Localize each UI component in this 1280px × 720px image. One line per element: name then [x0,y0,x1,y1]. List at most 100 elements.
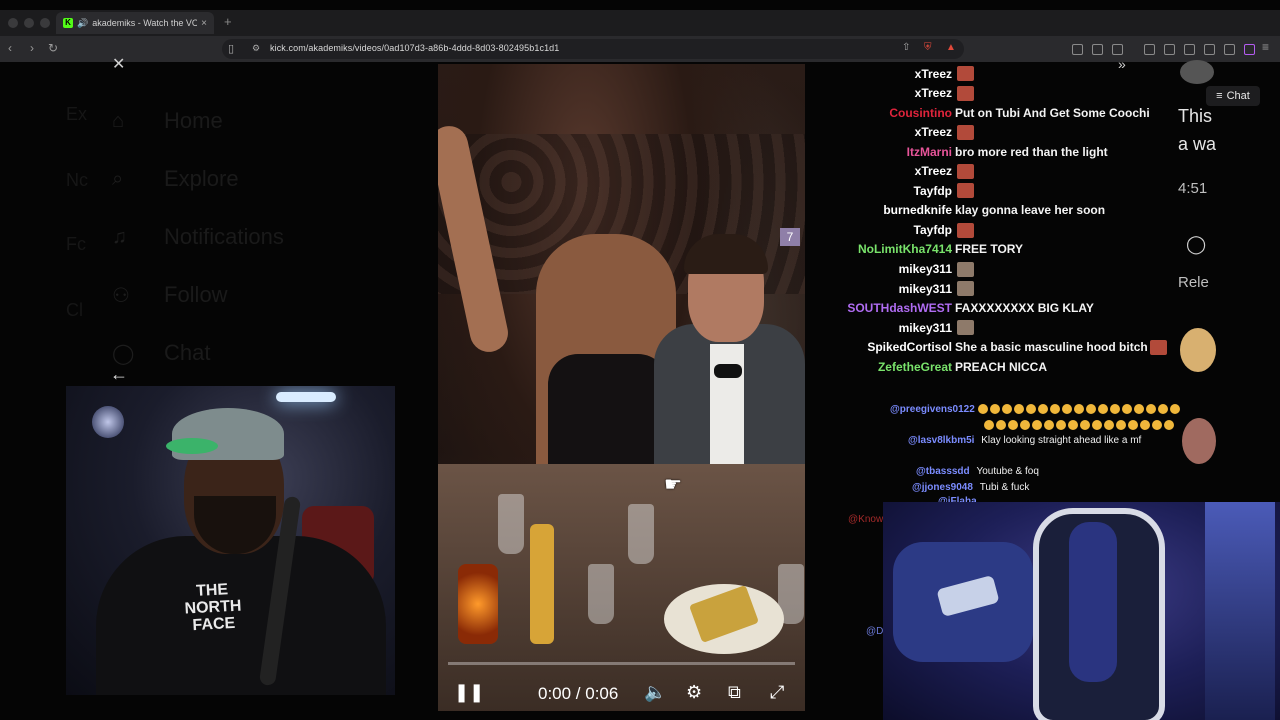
chat-message-text [955,261,974,277]
browser-tab[interactable]: K 🔊 akademiks - Watch the VOD × [56,12,214,34]
laughing-emoji-icon [1061,404,1072,415]
chat-username[interactable]: SOUTHdashWEST [847,301,952,315]
chat-username[interactable]: mikey311 [899,262,952,276]
speaker-icon[interactable]: 🔊 [77,18,88,29]
pip-icon[interactable]: ⧉ [728,682,741,703]
chat-username[interactable]: xTreez [915,164,952,178]
site-info-icon[interactable]: ⚙ [252,43,260,54]
pause-icon[interactable]: ❚❚ [454,682,484,703]
chat-username[interactable]: Tayfdp [914,223,952,237]
emote-icon [957,320,974,336]
tab-close-icon[interactable]: × [201,18,207,29]
edge-fragment: Fc [66,234,86,254]
menu-icon[interactable]: ≡ [1262,40,1269,54]
reply-icon[interactable]: ◯ [1186,234,1206,255]
brave-shield-icon[interactable]: ⛨ [924,42,932,53]
new-tab-button[interactable]: + [224,14,232,29]
back-arrow-icon[interactable]: ← [110,364,128,385]
laughing-emoji-icon [1049,404,1060,415]
extension-icon[interactable] [1072,44,1083,55]
chat-username[interactable]: ItzMarni [907,145,952,159]
chat-username[interactable]: xTreez [915,67,952,81]
chat-message-text: Put on Tubi And Get Some Coochi [955,105,1150,120]
laughing-emoji-icon [1092,420,1102,431]
chat-message: ItzMarni bro more red than the light [834,142,1164,161]
forward-icon[interactable]: › [30,41,34,55]
reply-avatar[interactable] [1182,418,1216,464]
emote-icon [957,222,974,238]
wine-glass [588,564,614,624]
chat-username[interactable]: mikey311 [899,282,952,296]
nav-follow[interactable]: ⚇ Follow [112,282,228,308]
chat-message: Tayfdp [834,181,1164,200]
window-minimize-dot[interactable] [24,18,34,28]
chat-username[interactable]: xTreez [915,86,952,100]
address-bar[interactable]: ▯ ⚙ kick.com/akademiks/videos/0ad107d3-a… [222,39,964,59]
window-maximize-dot[interactable] [40,18,50,28]
window-close-dot[interactable] [8,18,18,28]
chat-username[interactable]: mikey311 [899,321,952,335]
chat-username[interactable]: Cousintino [889,106,952,120]
chat-username[interactable]: Tayfdp [914,184,952,198]
nav-notifications[interactable]: ♫ Notifications [112,224,284,250]
chat-message: SpikedCortisol She a basic masculine hood… [834,338,1167,357]
video-player[interactable]: 7 ❚❚ 0:00 / 0:06 🔈 ⚙ ⧉ ⤢ [438,64,805,711]
laughing-emoji-icon [1068,420,1078,431]
room-camera [883,502,1280,720]
laughing-emoji-icon [1128,420,1138,431]
chat-username[interactable]: SpikedCortisol [867,340,952,354]
tab-bar: K 🔊 akademiks - Watch the VOD × + [0,10,1280,36]
laughing-emoji-icon [984,420,994,431]
emote-icon [957,66,974,82]
chat-username[interactable]: xTreez [915,125,952,139]
bookmark-icon[interactable]: ▯ [228,42,234,55]
wine-glass [498,494,524,554]
chat-message-text [955,183,974,199]
leo-icon[interactable] [1244,44,1255,55]
laughing-emoji-icon [1169,404,1180,415]
url-text[interactable]: kick.com/akademiks/videos/0ad107d3-a86b-… [270,43,559,53]
laughing-emoji-icon [1097,404,1108,415]
laughing-emoji-icon [1152,420,1162,431]
chat-message-text: klay gonna leave her soon [955,203,1106,218]
video-progress-bar[interactable] [448,662,795,665]
vpn-icon[interactable] [1224,44,1235,55]
close-icon[interactable]: ✕ [112,54,125,74]
music-icon[interactable] [1144,44,1155,55]
chat-message: xTreez [834,162,1164,181]
chat-username[interactable]: NoLimitKha7414 [858,242,952,256]
chat-message: xTreez [834,84,1164,103]
reply-avatar[interactable] [1180,328,1216,372]
chat-toggle-button[interactable]: ≡ Chat [1206,86,1260,106]
extension-icon[interactable] [1092,44,1103,55]
chat-username[interactable]: burnedknife [883,203,952,217]
chat-message: ZefetheGreat PREACH NICCA [834,357,1164,376]
chat-message: NoLimitKha7414 FREE TORY [834,240,1164,259]
chat-username[interactable]: ZefetheGreat [878,360,952,374]
chat2-message: @preegivens0122 [890,404,1182,415]
nav-explore-label: Explore [164,166,239,191]
volume-icon[interactable]: 🔈 [644,682,666,703]
extension-icon[interactable] [1112,44,1123,55]
wallet-icon[interactable] [1184,44,1195,55]
tweet-text-fragment: a wa [1178,134,1217,154]
streamer-webcam: THE NORTH FACE [66,386,395,695]
sidebar-icon[interactable] [1164,44,1175,55]
fullscreen-icon[interactable]: ⤢ [770,682,784,703]
wine-glass [628,504,654,564]
nav-home[interactable]: ⌂ Home [112,108,223,134]
expand-chat-icon[interactable]: » [1118,56,1126,72]
reload-icon[interactable]: ↻ [48,41,58,55]
bell-icon: ♫ [112,225,127,248]
bow-tie [714,364,742,378]
extension-icon[interactable] [1204,44,1215,55]
back-icon[interactable]: ‹ [8,41,12,55]
profile-avatar[interactable] [1180,60,1214,84]
share-icon[interactable]: ⇧ [902,42,910,53]
rewards-icon[interactable]: ▲ [946,42,956,53]
nav-chat[interactable]: ◯ Chat [112,340,210,366]
settings-gear-icon[interactable]: ⚙ [686,682,702,703]
nav-explore[interactable]: ⌕ Explore [112,166,239,192]
chat2-message: @jjones9048 Tubi & fuck [912,482,1030,493]
champagne-bottle [530,524,554,644]
